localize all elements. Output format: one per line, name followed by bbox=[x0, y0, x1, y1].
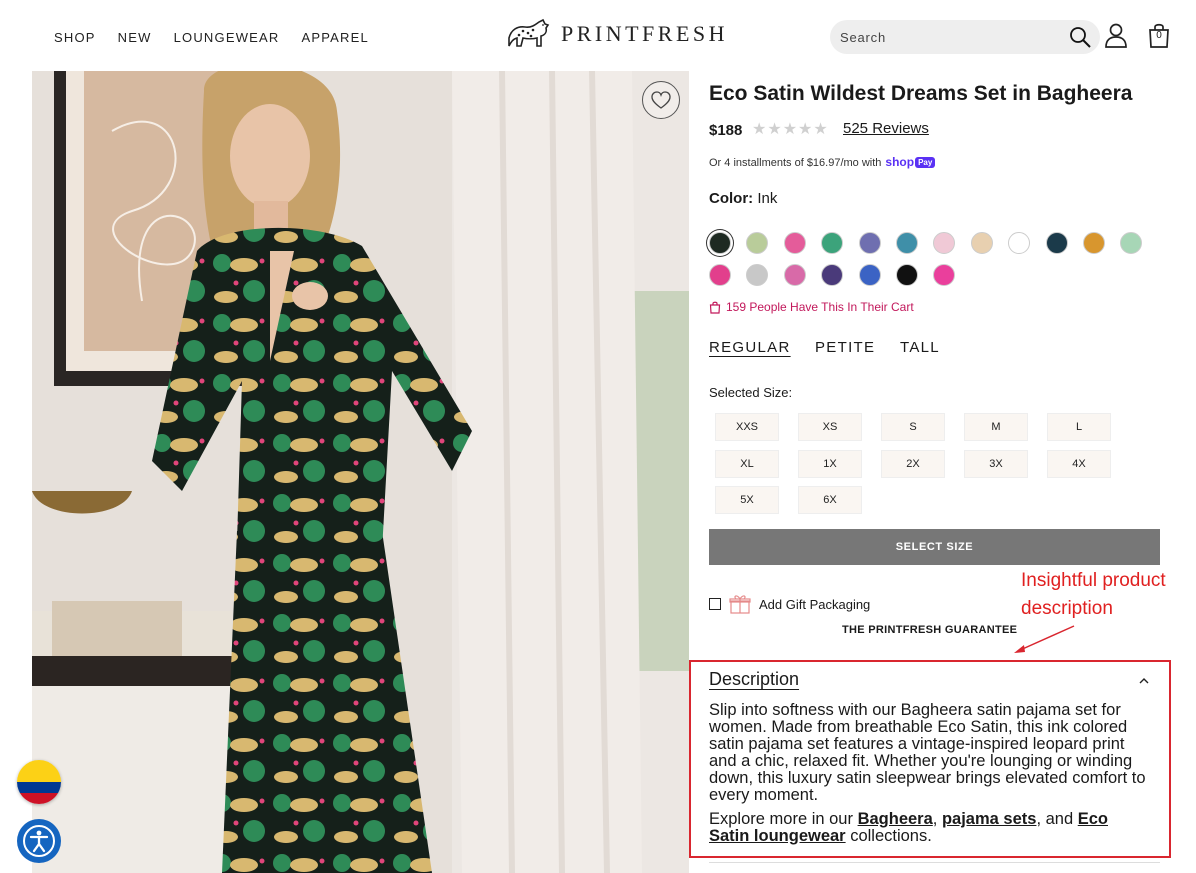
gift-packaging-option[interactable]: Add Gift Packaging bbox=[709, 594, 870, 614]
color-swatch[interactable] bbox=[896, 264, 918, 286]
brand-logo[interactable]: PRINTFRESH bbox=[505, 16, 728, 52]
color-swatch[interactable] bbox=[746, 232, 769, 254]
size-option-xxs[interactable]: XXS bbox=[715, 413, 779, 441]
color-swatch[interactable] bbox=[821, 232, 844, 254]
link-bagheera[interactable]: Bagheera bbox=[858, 810, 933, 828]
product-title: Eco Satin Wildest Dreams Set in Bagheera bbox=[709, 82, 1133, 105]
search-icon[interactable] bbox=[1068, 25, 1092, 49]
product-image[interactable] bbox=[32, 71, 689, 873]
color-swatch[interactable] bbox=[1120, 232, 1143, 254]
annotation-line-2: description bbox=[1021, 598, 1113, 619]
color-swatch[interactable] bbox=[970, 232, 993, 254]
color-swatch[interactable] bbox=[1045, 232, 1068, 254]
fit-tab-petite[interactable]: PETITE bbox=[815, 339, 875, 356]
color-swatch[interactable] bbox=[1083, 232, 1105, 254]
color-swatch[interactable] bbox=[896, 232, 918, 254]
description-paragraph: Slip into softness with our Bagheera sat… bbox=[709, 701, 1146, 804]
description-heading[interactable]: Description bbox=[709, 669, 799, 690]
account-icon[interactable] bbox=[1104, 22, 1128, 48]
nav-apparel[interactable]: APPAREL bbox=[302, 30, 369, 45]
color-label: Color: Ink bbox=[709, 190, 777, 207]
installments-text: Or 4 installments of $16.97/mo with bbox=[709, 157, 882, 169]
color-swatch[interactable] bbox=[821, 264, 844, 286]
description-body: Slip into softness with our Bagheera sat… bbox=[709, 702, 1149, 845]
explore-prefix: Explore more in our bbox=[709, 810, 858, 828]
search-input[interactable] bbox=[830, 20, 1060, 54]
product-price: $188 bbox=[709, 122, 743, 139]
annotation-line-1: Insightful product bbox=[1021, 570, 1166, 591]
guarantee-link[interactable]: THE PRINTFRESH GUARANTEE bbox=[842, 624, 1017, 636]
explore-sep-2: , and bbox=[1036, 810, 1078, 828]
cart-note-text: 159 People Have This In Their Cart bbox=[726, 300, 914, 314]
description-explore: Explore more in our Bagheera, pajama set… bbox=[709, 811, 1149, 845]
gift-icon bbox=[729, 595, 751, 614]
color-swatch[interactable] bbox=[783, 264, 806, 286]
brand-wordmark: PRINTFRESH bbox=[561, 21, 729, 46]
search-bar bbox=[830, 20, 1100, 54]
size-option-m[interactable]: M bbox=[964, 413, 1028, 441]
site-header: SHOP NEW LOUNGEWEAR APPAREL PRINTFRESH 0 bbox=[0, 0, 1196, 72]
size-option-6x[interactable]: 6X bbox=[798, 486, 862, 514]
color-swatch[interactable] bbox=[709, 264, 731, 286]
selected-size-label: Selected Size: bbox=[709, 385, 793, 400]
color-label-key: Color: bbox=[709, 190, 754, 207]
size-option-3x[interactable]: 3X bbox=[964, 449, 1028, 478]
cart-button[interactable]: 0 bbox=[1146, 22, 1172, 48]
explore-sep-1: , bbox=[932, 810, 942, 828]
size-option-5x[interactable]: 5X bbox=[715, 486, 779, 514]
color-swatch[interactable] bbox=[858, 264, 881, 286]
link-pajama-sets[interactable]: pajama sets bbox=[942, 810, 1036, 828]
model-photo-illustration bbox=[32, 71, 689, 873]
color-swatch[interactable] bbox=[746, 264, 769, 286]
heart-icon bbox=[651, 91, 671, 109]
color-swatch[interactable] bbox=[1008, 232, 1031, 254]
annotation-arrow-icon bbox=[1014, 625, 1075, 653]
bag-icon bbox=[709, 301, 721, 314]
size-option-xs[interactable]: XS bbox=[798, 413, 862, 441]
size-option-s[interactable]: S bbox=[881, 413, 945, 441]
installments-note: Or 4 installments of $16.97/mo with shop P… bbox=[709, 155, 936, 169]
wishlist-button[interactable] bbox=[642, 81, 680, 119]
leopard-logo-icon bbox=[508, 18, 550, 47]
size-option-4x[interactable]: 4X bbox=[1047, 449, 1111, 478]
color-swatch[interactable] bbox=[933, 232, 956, 254]
color-swatch[interactable] bbox=[933, 264, 956, 286]
gift-checkbox[interactable] bbox=[709, 598, 721, 610]
main-nav: SHOP NEW LOUNGEWEAR APPAREL bbox=[54, 30, 369, 45]
cart-popularity-note: 159 People Have This In Their Cart bbox=[709, 300, 914, 314]
divider bbox=[709, 862, 1160, 863]
color-value: Ink bbox=[757, 190, 778, 207]
rating-stars-icon[interactable]: ★★★★★ bbox=[752, 119, 829, 139]
nav-new[interactable]: NEW bbox=[118, 30, 152, 45]
size-option-2x[interactable]: 2X bbox=[881, 449, 945, 478]
size-option-xl[interactable]: XL bbox=[715, 449, 779, 478]
select-size-button[interactable]: SELECT SIZE bbox=[709, 529, 1160, 565]
fit-tab-regular[interactable]: REGULAR bbox=[709, 339, 791, 356]
annotation-callout: Insightful product description bbox=[1021, 567, 1166, 623]
nav-loungewear[interactable]: LOUNGEWEAR bbox=[174, 30, 280, 45]
nav-shop[interactable]: SHOP bbox=[54, 30, 96, 45]
shop-pay-badge: Pay bbox=[915, 157, 936, 168]
chevron-up-icon[interactable] bbox=[1138, 676, 1150, 686]
color-swatch[interactable] bbox=[783, 232, 806, 254]
size-option-l[interactable]: L bbox=[1047, 413, 1111, 441]
color-swatch[interactable] bbox=[858, 232, 881, 254]
cart-count: 0 bbox=[1156, 30, 1162, 41]
shop-pay-logo[interactable]: shop bbox=[885, 155, 914, 169]
reviews-link[interactable]: 525 Reviews bbox=[843, 120, 929, 137]
explore-suffix: collections. bbox=[845, 827, 932, 845]
fit-tab-tall[interactable]: TALL bbox=[900, 339, 940, 356]
size-option-1x[interactable]: 1X bbox=[798, 449, 862, 478]
colombia-flag-icon[interactable] bbox=[17, 760, 61, 804]
color-swatch[interactable] bbox=[709, 232, 731, 254]
gift-label: Add Gift Packaging bbox=[759, 596, 871, 612]
accessibility-icon[interactable] bbox=[17, 819, 61, 863]
